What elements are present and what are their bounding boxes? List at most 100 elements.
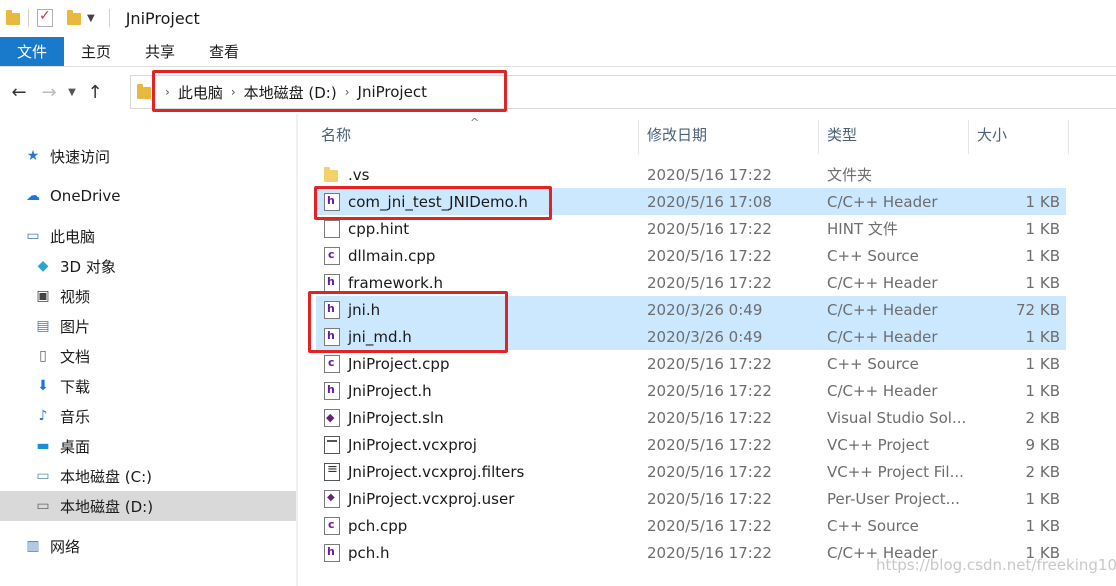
column-header-name[interactable]: 名称 bbox=[321, 114, 351, 154]
tab-file[interactable]: 文件 bbox=[0, 37, 64, 66]
file-name: com_jni_test_JNIDemo.h bbox=[348, 192, 528, 211]
sidebar-item-onedrive[interactable]: ☁ OneDrive bbox=[0, 181, 296, 211]
file-row[interactable]: cpp.hint 2020/5/16 17:22 HINT 文件 1 KB bbox=[316, 215, 1066, 242]
column-divider[interactable] bbox=[1068, 120, 1069, 154]
file-row[interactable]: JniProject.cpp 2020/5/16 17:22 C++ Sourc… bbox=[316, 350, 1066, 377]
file-row[interactable]: JniProject.vcxproj 2020/5/16 17:22 VC++ … bbox=[316, 431, 1066, 458]
file-row[interactable]: JniProject.vcxproj.filters 2020/5/16 17:… bbox=[316, 458, 1066, 485]
file-name: JniProject.vcxproj.user bbox=[348, 489, 515, 508]
file-row[interactable]: framework.h 2020/5/16 17:22 C/C++ Header… bbox=[316, 269, 1066, 296]
customize-dropdown-icon[interactable]: ▼ bbox=[87, 13, 95, 24]
sidebar-item-drive-c[interactable]: ▭ 本地磁盘 (C:) bbox=[0, 461, 296, 491]
music-icon: ♪ bbox=[38, 408, 48, 424]
recent-locations-icon[interactable]: ▼ bbox=[64, 77, 80, 107]
file-row[interactable]: JniProject.sln 2020/5/16 17:22 Visual St… bbox=[316, 404, 1066, 431]
column-divider[interactable] bbox=[818, 120, 819, 154]
tab-view[interactable]: 查看 bbox=[192, 37, 256, 66]
header-file-icon bbox=[324, 192, 340, 211]
file-row[interactable]: JniProject.vcxproj.user 2020/5/16 17:22 … bbox=[316, 485, 1066, 512]
sidebar-item-label: 快速访问 bbox=[50, 147, 111, 166]
cpp-file-icon bbox=[324, 354, 340, 373]
new-folder-icon[interactable] bbox=[67, 10, 81, 25]
sidebar-item-network[interactable]: ▥ 网络 bbox=[0, 531, 296, 561]
file-type: Visual Studio Sol... bbox=[827, 408, 967, 427]
sidebar-item-label: 视频 bbox=[60, 287, 91, 306]
chevron-right-icon[interactable]: › bbox=[345, 85, 350, 99]
column-header-size[interactable]: 大小 bbox=[977, 114, 1007, 154]
chevron-right-icon[interactable]: › bbox=[165, 85, 170, 99]
sidebar-item-documents[interactable]: ▯ 文档 bbox=[0, 341, 296, 371]
navigation-bar: ← → ▼ ↑ › 此电脑 › 本地磁盘 (D:) › JniProject bbox=[0, 70, 1116, 114]
file-row[interactable]: com_jni_test_JNIDemo.h 2020/5/16 17:08 C… bbox=[316, 188, 1066, 215]
column-header-type[interactable]: 类型 bbox=[827, 114, 857, 154]
file-type: C/C++ Header bbox=[827, 192, 938, 211]
pane-divider[interactable] bbox=[296, 114, 298, 586]
sidebar-item-label: 此电脑 bbox=[50, 227, 96, 246]
sidebar-item-label: 桌面 bbox=[60, 437, 91, 456]
file-type: C++ Source bbox=[827, 246, 919, 265]
file-row[interactable]: pch.cpp 2020/5/16 17:22 C++ Source 1 KB bbox=[316, 512, 1066, 539]
sidebar-item-3d-objects[interactable]: ◆ 3D 对象 bbox=[0, 251, 296, 281]
ribbon-tabs: 文件 主页 共享 查看 bbox=[0, 37, 1116, 67]
file-name: pch.h bbox=[348, 543, 390, 562]
column-divider[interactable] bbox=[968, 120, 969, 154]
sidebar-item-videos[interactable]: ▣ 视频 bbox=[0, 281, 296, 311]
sidebar-item-downloads[interactable]: ⬇ 下载 bbox=[0, 371, 296, 401]
file-date: 2020/3/26 0:49 bbox=[647, 327, 763, 346]
file-name: cpp.hint bbox=[348, 219, 410, 238]
quick-access-toolbar: ▼ bbox=[0, 8, 118, 27]
breadcrumb-drive-d[interactable]: 本地磁盘 (D:) bbox=[244, 82, 337, 103]
sidebar-item-this-pc[interactable]: ▭ 此电脑 bbox=[0, 221, 296, 251]
file-name: JniProject.vcxproj.filters bbox=[348, 462, 525, 481]
file-name: JniProject.vcxproj bbox=[348, 435, 477, 454]
file-name: JniProject.h bbox=[348, 381, 432, 400]
title-bar: ▼ JniProject bbox=[0, 0, 1116, 36]
file-size: 1 KB bbox=[1025, 192, 1060, 211]
solution-file-icon bbox=[324, 408, 340, 427]
file-name: JniProject.sln bbox=[348, 408, 444, 427]
file-row[interactable]: jni.h 2020/3/26 0:49 C/C++ Header 72 KB bbox=[316, 296, 1066, 323]
properties-icon[interactable] bbox=[37, 8, 53, 27]
file-row[interactable]: jni_md.h 2020/3/26 0:49 C/C++ Header 1 K… bbox=[316, 323, 1066, 350]
file-name-cell: JniProject.sln bbox=[324, 404, 444, 431]
sidebar-item-label: 图片 bbox=[60, 317, 91, 336]
sidebar-item-desktop[interactable]: ▬ 桌面 bbox=[0, 431, 296, 461]
file-type: Per-User Project... bbox=[827, 489, 960, 508]
breadcrumb-jniproject[interactable]: JniProject bbox=[358, 83, 427, 101]
file-row[interactable]: JniProject.h 2020/5/16 17:22 C/C++ Heade… bbox=[316, 377, 1066, 404]
sidebar-item-label: 3D 对象 bbox=[60, 257, 116, 276]
file-list: ^ 名称 修改日期 类型 大小 .vs 2020/5/16 17:22 文件夹 … bbox=[300, 114, 1116, 586]
address-bar[interactable]: › 此电脑 › 本地磁盘 (D:) › JniProject bbox=[130, 75, 1116, 109]
drive-c-icon: ▭ bbox=[36, 468, 50, 484]
up-arrow-icon[interactable]: ↑ bbox=[80, 77, 110, 107]
filters-file-icon bbox=[324, 462, 340, 481]
sidebar-item-quick-access[interactable]: ★ 快速访问 bbox=[0, 141, 296, 171]
header-file-icon bbox=[324, 273, 340, 292]
file-date: 2020/5/16 17:22 bbox=[647, 354, 772, 373]
project-file-icon bbox=[324, 435, 340, 454]
column-header-date[interactable]: 修改日期 bbox=[647, 114, 707, 154]
file-row[interactable]: .vs 2020/5/16 17:22 文件夹 bbox=[316, 161, 1066, 188]
toolbar-divider bbox=[28, 9, 29, 27]
tab-share[interactable]: 共享 bbox=[128, 37, 192, 66]
chevron-right-icon[interactable]: › bbox=[231, 85, 236, 99]
file-row[interactable]: dllmain.cpp 2020/5/16 17:22 C++ Source 1… bbox=[316, 242, 1066, 269]
sidebar-item-drive-d[interactable]: ▭ 本地磁盘 (D:) bbox=[0, 491, 296, 521]
file-size: 1 KB bbox=[1025, 516, 1060, 535]
drive-d-icon: ▭ bbox=[36, 498, 50, 514]
back-arrow-icon[interactable]: ← bbox=[4, 77, 34, 107]
cpp-file-icon bbox=[324, 246, 340, 265]
sidebar-item-label: 文档 bbox=[60, 347, 91, 366]
file-name: jni_md.h bbox=[348, 327, 412, 346]
sidebar-item-music[interactable]: ♪ 音乐 bbox=[0, 401, 296, 431]
sidebar-item-label: 本地磁盘 (D:) bbox=[60, 497, 154, 516]
forward-arrow-icon[interactable]: → bbox=[34, 77, 64, 107]
file-date: 2020/5/16 17:22 bbox=[647, 435, 772, 454]
tab-home[interactable]: 主页 bbox=[64, 37, 128, 66]
file-size: 1 KB bbox=[1025, 273, 1060, 292]
file-type: 文件夹 bbox=[827, 166, 873, 184]
header-file-icon bbox=[324, 543, 340, 562]
breadcrumb-this-pc[interactable]: 此电脑 bbox=[178, 82, 223, 103]
column-divider[interactable] bbox=[638, 120, 639, 154]
sidebar-item-pictures[interactable]: ▤ 图片 bbox=[0, 311, 296, 341]
